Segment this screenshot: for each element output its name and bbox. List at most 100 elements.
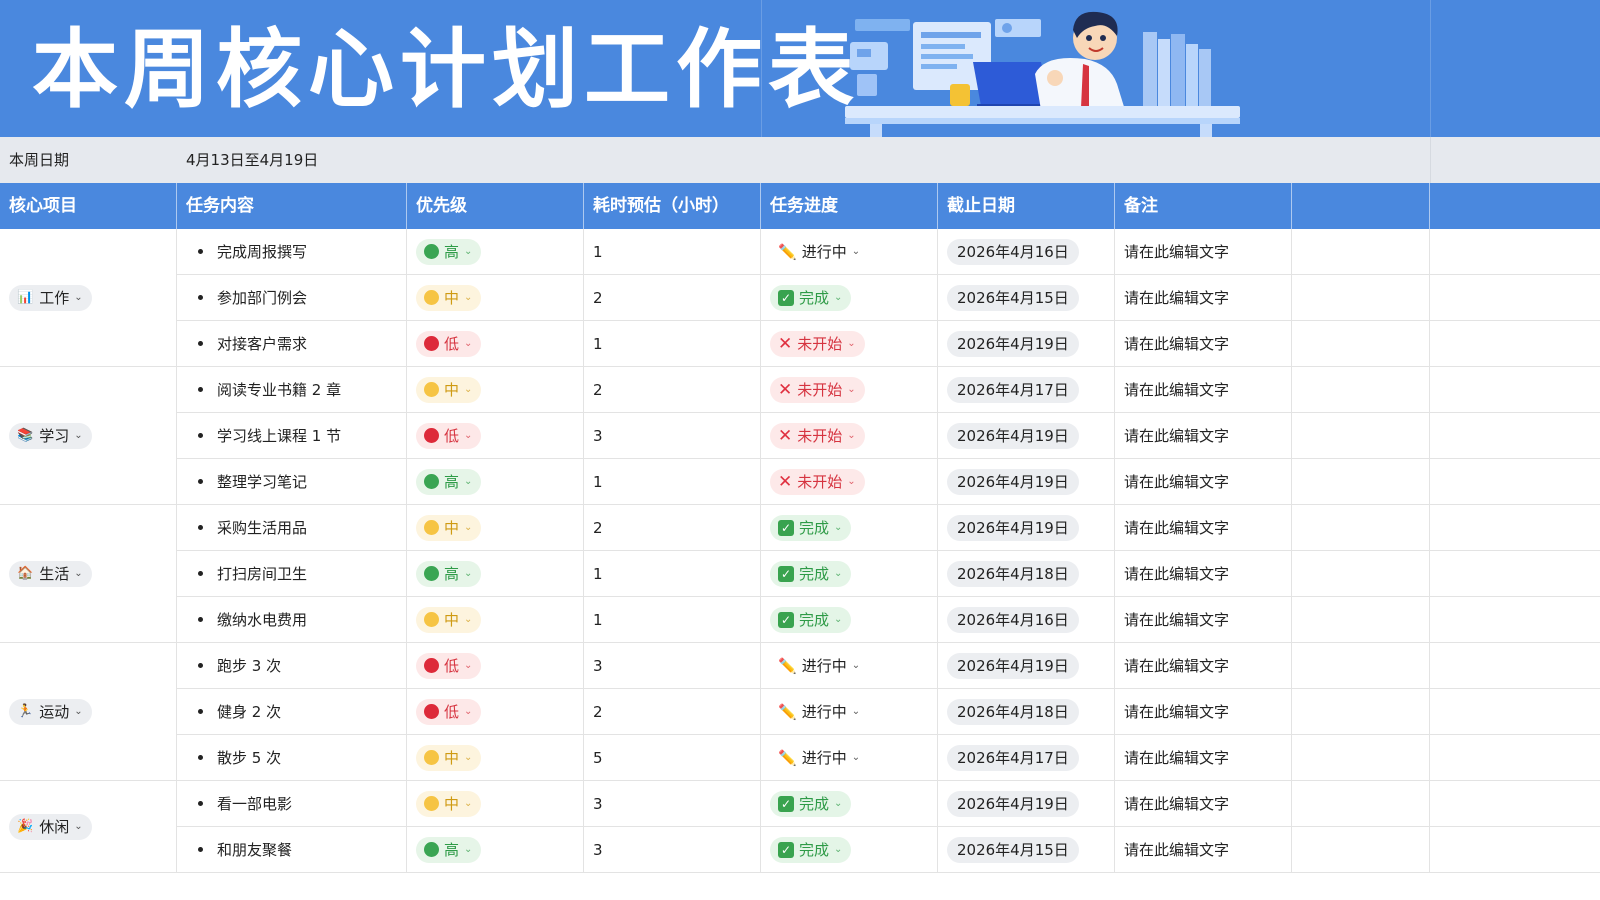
note-cell[interactable]: 请在此编辑文字 xyxy=(1115,367,1292,413)
due-date-cell[interactable]: 2026年4月19日 xyxy=(938,413,1115,459)
category-tag[interactable]: 📚 学习 ⌄ xyxy=(9,422,92,449)
due-date-pill[interactable]: 2026年4月19日 xyxy=(947,514,1079,541)
empty-cell[interactable] xyxy=(1430,229,1600,275)
status-cell[interactable]: ✓ 完成 ⌄ xyxy=(761,781,938,827)
header-due-date[interactable]: 截止日期 xyxy=(938,183,1115,229)
empty-cell[interactable] xyxy=(1430,505,1600,551)
status-cell[interactable]: ✏️ 进行中 ⌄ xyxy=(761,643,938,689)
status-tag[interactable]: ✏️ 进行中 ⌄ xyxy=(770,653,869,679)
note-cell[interactable]: 请在此编辑文字 xyxy=(1115,459,1292,505)
empty-cell[interactable] xyxy=(1430,735,1600,781)
task-cell[interactable]: 看一部电影 xyxy=(177,781,407,827)
status-tag[interactable]: ✏️ 进行中 ⌄ xyxy=(770,699,869,725)
header-empty[interactable] xyxy=(1292,183,1430,229)
due-date-pill[interactable]: 2026年4月15日 xyxy=(947,284,1079,311)
due-date-cell[interactable]: 2026年4月19日 xyxy=(938,505,1115,551)
hours-cell[interactable]: 3 xyxy=(584,643,761,689)
due-date-cell[interactable]: 2026年4月15日 xyxy=(938,827,1115,873)
note-cell[interactable]: 请在此编辑文字 xyxy=(1115,827,1292,873)
due-date-cell[interactable]: 2026年4月17日 xyxy=(938,735,1115,781)
priority-cell[interactable]: 中 ⌄ xyxy=(407,781,584,827)
empty-cell[interactable] xyxy=(1430,689,1600,735)
status-cell[interactable]: ✏️ 进行中 ⌄ xyxy=(761,229,938,275)
task-cell[interactable]: 跑步 3 次 xyxy=(177,643,407,689)
status-tag[interactable]: ✏️ 进行中 ⌄ xyxy=(770,745,869,771)
priority-cell[interactable]: 中 ⌄ xyxy=(407,367,584,413)
note-cell[interactable]: 请在此编辑文字 xyxy=(1115,735,1292,781)
priority-tag[interactable]: 中 ⌄ xyxy=(416,606,482,633)
priority-cell[interactable]: 中 ⌄ xyxy=(407,735,584,781)
task-cell[interactable]: 对接客户需求 xyxy=(177,321,407,367)
status-cell[interactable]: ✓ 完成 ⌄ xyxy=(761,597,938,643)
due-date-pill[interactable]: 2026年4月19日 xyxy=(947,790,1079,817)
header-hours[interactable]: 耗时预估（小时） xyxy=(584,183,761,229)
category-tag[interactable]: 📊 工作 ⌄ xyxy=(9,284,92,311)
category-tag[interactable]: 🎉 休闲 ⌄ xyxy=(9,813,92,840)
empty-cell[interactable] xyxy=(1430,643,1600,689)
note-cell[interactable]: 请在此编辑文字 xyxy=(1115,551,1292,597)
status-tag[interactable]: ✕ 未开始 ⌄ xyxy=(770,330,865,357)
due-date-pill[interactable]: 2026年4月18日 xyxy=(947,698,1079,725)
empty-cell[interactable] xyxy=(1292,321,1430,367)
category-tag[interactable]: 🏠 生活 ⌄ xyxy=(9,560,92,587)
note-cell[interactable]: 请在此编辑文字 xyxy=(1115,689,1292,735)
priority-tag[interactable]: 高 ⌄ xyxy=(416,836,482,863)
due-date-cell[interactable]: 2026年4月15日 xyxy=(938,275,1115,321)
hours-cell[interactable]: 1 xyxy=(584,321,761,367)
status-tag[interactable]: ✓ 完成 ⌄ xyxy=(770,790,852,817)
priority-cell[interactable]: 高 ⌄ xyxy=(407,827,584,873)
priority-cell[interactable]: 低 ⌄ xyxy=(407,321,584,367)
due-date-cell[interactable]: 2026年4月18日 xyxy=(938,689,1115,735)
hours-cell[interactable]: 3 xyxy=(584,781,761,827)
empty-cell[interactable] xyxy=(1292,597,1430,643)
priority-tag[interactable]: 中 ⌄ xyxy=(416,376,482,403)
header-task[interactable]: 任务内容 xyxy=(177,183,407,229)
priority-tag[interactable]: 高 ⌄ xyxy=(416,560,482,587)
empty-cell[interactable] xyxy=(1292,551,1430,597)
empty-cell[interactable] xyxy=(1292,735,1430,781)
due-date-cell[interactable]: 2026年4月16日 xyxy=(938,597,1115,643)
note-cell[interactable]: 请在此编辑文字 xyxy=(1115,321,1292,367)
priority-tag[interactable]: 高 ⌄ xyxy=(416,468,482,495)
status-tag[interactable]: ✓ 完成 ⌄ xyxy=(770,606,852,633)
due-date-pill[interactable]: 2026年4月17日 xyxy=(947,744,1079,771)
category-cell[interactable]: 🏃 运动 ⌄ xyxy=(0,643,177,781)
task-cell[interactable]: 整理学习笔记 xyxy=(177,459,407,505)
status-cell[interactable]: ✏️ 进行中 ⌄ xyxy=(761,689,938,735)
status-cell[interactable]: ✕ 未开始 ⌄ xyxy=(761,367,938,413)
due-date-cell[interactable]: 2026年4月19日 xyxy=(938,781,1115,827)
empty-cell[interactable] xyxy=(1292,781,1430,827)
status-tag[interactable]: ✓ 完成 ⌄ xyxy=(770,514,852,541)
priority-cell[interactable]: 低 ⌄ xyxy=(407,643,584,689)
status-cell[interactable]: ✕ 未开始 ⌄ xyxy=(761,321,938,367)
empty-cell[interactable] xyxy=(1292,459,1430,505)
priority-cell[interactable]: 中 ⌄ xyxy=(407,275,584,321)
priority-tag[interactable]: 低 ⌄ xyxy=(416,698,482,725)
empty-cell[interactable] xyxy=(1430,827,1600,873)
note-cell[interactable]: 请在此编辑文字 xyxy=(1115,229,1292,275)
priority-tag[interactable]: 低 ⌄ xyxy=(416,652,482,679)
priority-cell[interactable]: 中 ⌄ xyxy=(407,505,584,551)
category-tag[interactable]: 🏃 运动 ⌄ xyxy=(9,698,92,725)
hours-cell[interactable]: 2 xyxy=(584,367,761,413)
priority-cell[interactable]: 低 ⌄ xyxy=(407,689,584,735)
status-tag[interactable]: ✕ 未开始 ⌄ xyxy=(770,376,865,403)
due-date-pill[interactable]: 2026年4月19日 xyxy=(947,652,1079,679)
note-cell[interactable]: 请在此编辑文字 xyxy=(1115,505,1292,551)
task-cell[interactable]: 采购生活用品 xyxy=(177,505,407,551)
status-tag[interactable]: ✓ 完成 ⌄ xyxy=(770,560,852,587)
empty-cell[interactable] xyxy=(1430,597,1600,643)
due-date-pill[interactable]: 2026年4月18日 xyxy=(947,560,1079,587)
hours-cell[interactable]: 3 xyxy=(584,413,761,459)
empty-cell[interactable] xyxy=(1430,367,1600,413)
due-date-pill[interactable]: 2026年4月19日 xyxy=(947,468,1079,495)
hours-cell[interactable]: 3 xyxy=(584,827,761,873)
priority-tag[interactable]: 中 ⌄ xyxy=(416,744,482,771)
empty-cell[interactable] xyxy=(1430,459,1600,505)
note-cell[interactable]: 请在此编辑文字 xyxy=(1115,413,1292,459)
week-label[interactable]: 本周日期 xyxy=(9,137,69,183)
due-date-cell[interactable]: 2026年4月16日 xyxy=(938,229,1115,275)
week-value[interactable]: 4月13日至4月19日 xyxy=(186,137,318,183)
hours-cell[interactable]: 1 xyxy=(584,459,761,505)
category-cell[interactable]: 🏠 生活 ⌄ xyxy=(0,505,177,643)
